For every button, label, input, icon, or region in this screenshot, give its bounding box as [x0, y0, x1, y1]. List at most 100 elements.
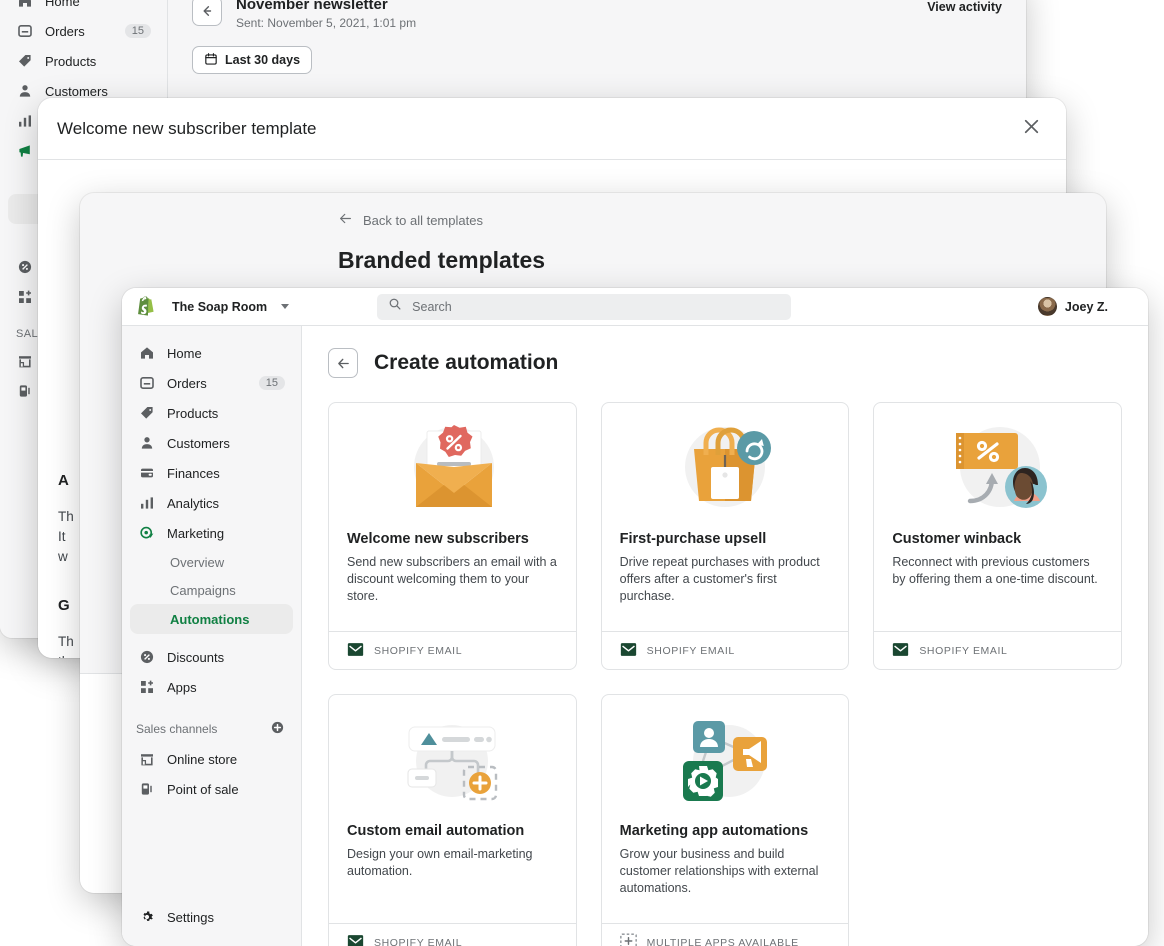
envelope-icon: [620, 642, 637, 660]
orders-count-badge: 15: [258, 376, 285, 390]
automation-card-welcome-new-subscribers[interactable]: Welcome new subscribers Send new subscri…: [328, 402, 577, 670]
create-automation-window: The Soap Room Search Joey Z. Home Orders…: [122, 288, 1148, 946]
sidebar-item-products[interactable]: Products: [130, 398, 293, 428]
home-icon: [138, 345, 155, 362]
date-range-filter[interactable]: Last 30 days: [192, 46, 313, 74]
page-title: November newsletter: [236, 0, 388, 13]
automation-card-body: Welcome new subscribers Send new subscri…: [329, 531, 576, 631]
discounts-icon: [138, 649, 155, 666]
sidebar-item-point-of-sale[interactable]: Point of sale: [130, 774, 293, 804]
sidebar-subitem-label: Overview: [170, 554, 225, 570]
sidebar-item-home[interactable]: Home: [130, 338, 293, 368]
finances-icon: [138, 465, 155, 482]
modal-section-line: w: [58, 549, 68, 564]
user-menu[interactable]: Joey Z.: [1037, 297, 1134, 316]
sidebar-item-label: Customers: [167, 435, 230, 451]
automation-card-footer: SHOPIFY EMAIL: [601, 631, 849, 669]
automation-card-custom-email-automation[interactable]: Custom email automation Design your own …: [328, 694, 577, 946]
envelope-icon: [347, 934, 364, 946]
automation-card-footer: SHOPIFY EMAIL: [329, 923, 576, 946]
marketing-icon: [138, 525, 155, 542]
sidebar-subitem-campaigns[interactable]: Campaigns: [122, 576, 301, 604]
apps-icon: [138, 679, 155, 696]
automation-card-title: First-purchase upsell: [619, 531, 767, 547]
sidebar-subitem-overview[interactable]: Overview: [122, 548, 301, 576]
search-input[interactable]: Search: [377, 293, 792, 320]
page-subtitle: Sent: November 5, 2021, 1:01 pm: [236, 16, 417, 30]
automation-card-title: Customer winback: [892, 531, 1022, 547]
sales-channels-header: Sales channels: [136, 722, 218, 736]
automation-card-title: Custom email automation: [347, 823, 525, 839]
sidebar-item-customers[interactable]: Customers: [130, 428, 293, 458]
automation-card-badge: SHOPIFY EMAIL: [374, 644, 463, 657]
connected-apps-illustration: [602, 695, 849, 823]
search-placeholder: Search: [412, 299, 452, 314]
sidebar-item-analytics[interactable]: Analytics: [130, 488, 293, 518]
sidebar-item-discounts[interactable]: Discounts: [130, 642, 293, 672]
sidebar-item-label: Settings: [167, 909, 214, 925]
avatar: [1037, 297, 1057, 316]
automation-card-description: Reconnect with previous customers by off…: [892, 555, 1098, 586]
sidebar-item-home[interactable]: Home: [8, 0, 159, 16]
back-link-label: Back to all templates: [363, 212, 483, 228]
analytics-icon: [16, 113, 33, 130]
back-button[interactable]: [192, 0, 222, 26]
sidebar-item-label: Products: [45, 53, 97, 69]
automation-main: Create automation Welcome new subscriber…: [302, 326, 1148, 946]
sidebar-item-settings[interactable]: Settings: [130, 902, 293, 932]
sidebar-item-online-store[interactable]: Online store: [130, 744, 293, 774]
modal-section-heading: A: [58, 472, 69, 489]
sidebar-item-apps[interactable]: Apps: [130, 672, 293, 702]
custom-workflow-illustration: [329, 695, 576, 823]
sidebar-item-label: Online store: [167, 751, 238, 767]
automation-layout: Home Orders 15 Products Customers Financ…: [122, 326, 1148, 946]
automation-card-customer-winback[interactable]: Customer winback Reconnect with previous…: [873, 402, 1122, 670]
automation-card-body: Marketing app automations Grow your busi…: [602, 823, 849, 923]
automation-card-description: Design your own email-marketing automati…: [347, 847, 533, 878]
products-icon: [138, 405, 155, 422]
user-name: Joey Z.: [1064, 299, 1108, 314]
automation-card-title: Welcome new subscribers: [347, 531, 529, 547]
branded-templates-title: Branded templates: [338, 247, 546, 273]
modal-section-heading: G: [58, 597, 70, 614]
back-button[interactable]: [328, 348, 358, 378]
automation-card-first-purchase-upsell[interactable]: First-purchase upsell Drive repeat purch…: [600, 402, 850, 670]
gear-icon: [138, 909, 155, 926]
automation-card-badge: SHOPIFY EMAIL: [646, 644, 735, 657]
dashed-plus-icon: [619, 933, 637, 946]
sidebar-item-label: Finances: [167, 465, 220, 481]
orders-count-badge: 15: [124, 24, 151, 38]
store-name[interactable]: The Soap Room: [172, 300, 267, 314]
sidebar-item-label: Point of sale: [167, 781, 239, 797]
sidebar-subitem-automations[interactable]: Automations: [130, 604, 293, 634]
sidebar-item-label: Analytics: [167, 495, 220, 511]
automation-card-footer: SHOPIFY EMAIL: [874, 631, 1121, 669]
modal-title: Welcome new subscriber template: [57, 118, 317, 138]
sidebar-item-products[interactable]: Products: [8, 46, 159, 76]
automation-sidebar: Home Orders 15 Products Customers Financ…: [122, 326, 302, 946]
home-icon: [16, 0, 33, 10]
campaign-header: November newsletter Sent: November 5, 20…: [168, 0, 1026, 30]
modal-section-line: th: [58, 652, 74, 658]
automation-card-description: Grow your business and build customer re…: [619, 847, 819, 895]
sidebar-item-label: Home: [167, 345, 202, 361]
automation-card-body: First-purchase upsell Drive repeat purch…: [602, 531, 849, 631]
automation-card-description: Drive repeat purchases with product offe…: [619, 555, 820, 603]
chevron-down-icon[interactable]: [281, 304, 290, 309]
plus-circle-icon[interactable]: [270, 720, 285, 738]
discounts-icon: [16, 259, 33, 276]
sidebar-item-orders[interactable]: Orders 15: [8, 16, 159, 46]
sidebar-item-finances[interactable]: Finances: [130, 458, 293, 488]
customers-icon: [138, 435, 155, 452]
back-to-all-templates-link[interactable]: Back to all templates: [80, 211, 1106, 229]
online-store-icon: [138, 751, 155, 768]
shopping-bag-repeat-illustration: [602, 403, 849, 531]
point-of-sale-icon: [16, 383, 33, 400]
screenshot-stage: Home Orders 15 Products Customers SALES …: [0, 0, 1164, 946]
close-icon[interactable]: [1021, 116, 1042, 141]
view-activity-link[interactable]: View activity: [927, 0, 1002, 14]
sidebar-item-orders[interactable]: Orders 15: [130, 368, 293, 398]
point-of-sale-icon: [138, 781, 155, 798]
sidebar-item-marketing[interactable]: Marketing: [130, 518, 293, 548]
automation-card-marketing-app-automations[interactable]: Marketing app automations Grow your busi…: [600, 694, 850, 946]
